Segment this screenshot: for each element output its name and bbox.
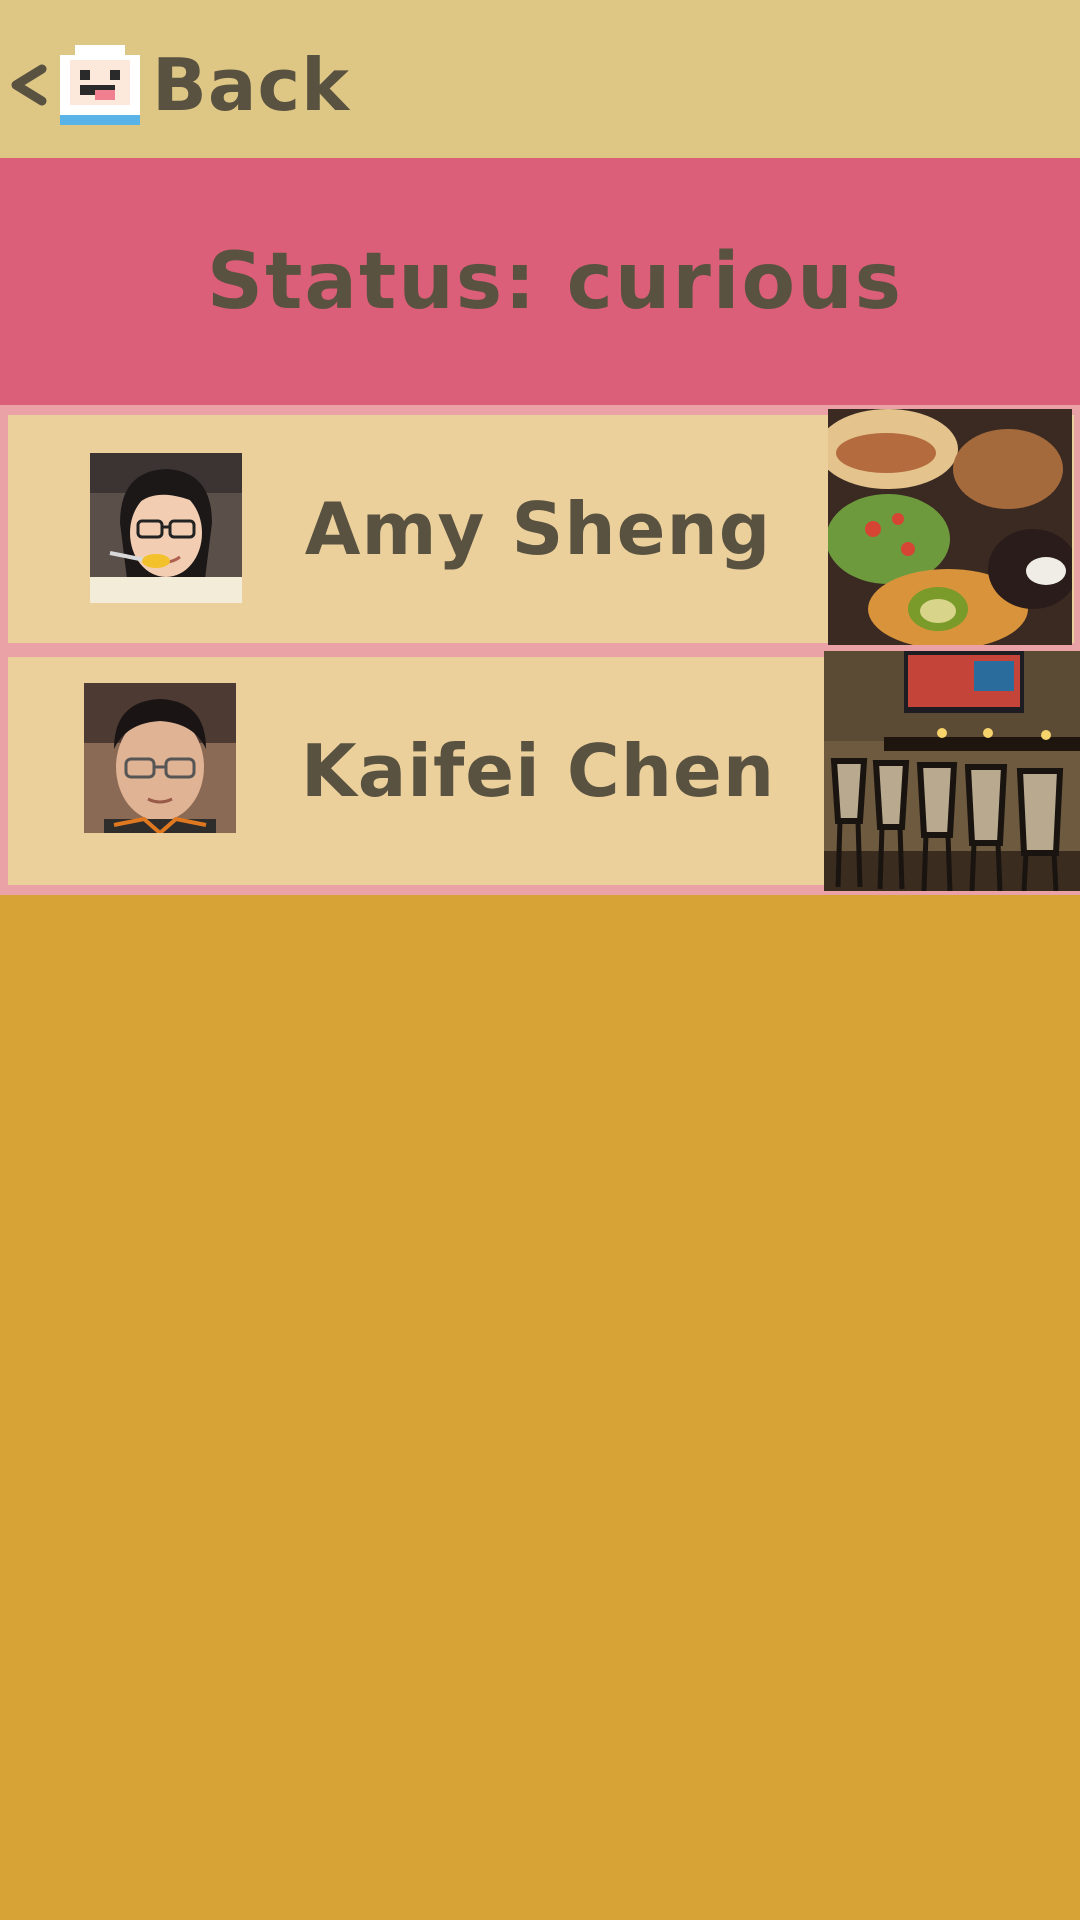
contact-row[interactable]: Amy Sheng — [8, 409, 1074, 645]
back-button[interactable]: Back — [0, 30, 350, 140]
mascot-icon — [60, 45, 140, 125]
contact-list: Amy Sheng Kaifei Chen — [0, 405, 1080, 895]
avatar — [84, 683, 236, 833]
contact-name: Kaifei Chen — [300, 729, 776, 813]
status-banner: Status: curious — [0, 158, 1080, 405]
mexican-food-photo — [828, 409, 1072, 645]
status-text: Status: curious — [206, 236, 904, 327]
bar-interior-photo — [824, 651, 1080, 891]
chevron-left-icon — [0, 61, 56, 109]
contact-name: Amy Sheng — [304, 487, 772, 571]
contact-row[interactable]: Kaifei Chen — [8, 651, 1080, 891]
back-label: Back — [152, 43, 351, 127]
avatar — [90, 453, 242, 603]
top-bar: Back — [0, 0, 1080, 158]
